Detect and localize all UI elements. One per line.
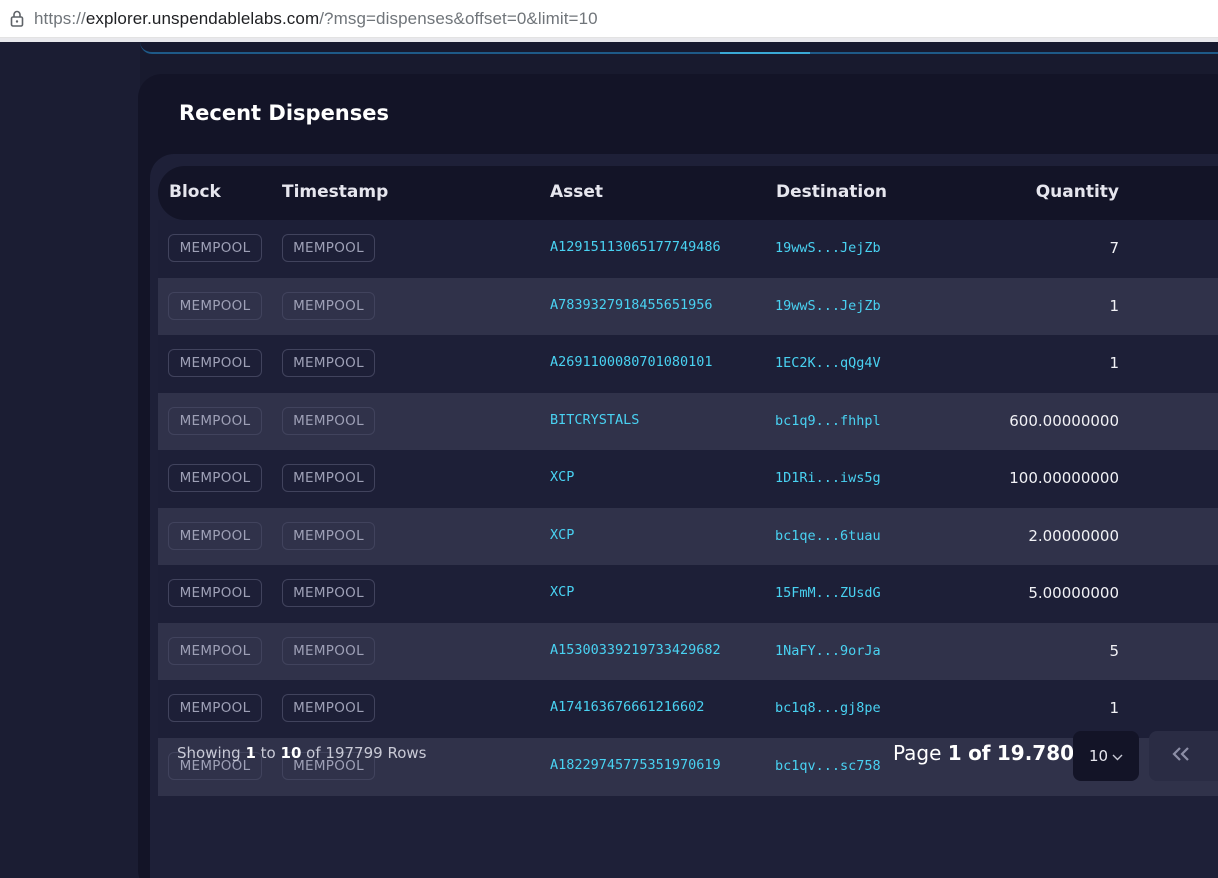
previous-card-edge xyxy=(140,42,1218,54)
column-header-block[interactable]: Block xyxy=(169,182,221,202)
rows-label: Rows xyxy=(387,744,427,762)
url-text[interactable]: https://explorer.unspendablelabs.com/?ms… xyxy=(34,9,598,29)
block-badge[interactable]: MEMPOOL xyxy=(168,407,262,435)
destination-link[interactable]: 1NaFY...9orJa xyxy=(775,643,881,659)
asset-link[interactable]: XCP xyxy=(550,584,574,600)
range-to: 10 xyxy=(280,744,302,762)
quantity-value: 1 xyxy=(1109,699,1119,717)
page-size-select[interactable]: 10 xyxy=(1073,731,1139,781)
destination-link[interactable]: 19wwS...JejZb xyxy=(775,240,881,256)
url-scheme: https:// xyxy=(34,8,86,28)
destination-link[interactable]: bc1qe...6tuau xyxy=(775,528,881,544)
destination-link[interactable]: 15FmM...ZUsdG xyxy=(775,585,881,601)
range-from: 1 xyxy=(245,744,256,762)
scroll-indicator xyxy=(720,52,810,54)
url-host: explorer.unspendablelabs.com xyxy=(85,8,320,28)
column-header-asset[interactable]: Asset xyxy=(550,182,603,202)
column-header-quantity[interactable]: Quantity xyxy=(1036,182,1119,202)
quantity-value: 5.00000000 xyxy=(1028,584,1119,602)
block-badge[interactable]: MEMPOOL xyxy=(168,637,262,665)
block-badge[interactable]: MEMPOOL xyxy=(168,234,262,262)
quantity-value: 600.00000000 xyxy=(1009,412,1119,430)
asset-link[interactable]: A15300339219733429682 xyxy=(550,642,721,658)
block-badge[interactable]: MEMPOOL xyxy=(168,522,262,550)
total-pages: 19.780 xyxy=(996,741,1075,765)
asset-link[interactable]: A2691100080701080101 xyxy=(550,354,713,370)
recent-dispenses-card: Recent Dispenses Block Timestamp Asset D… xyxy=(138,74,1218,878)
block-badge[interactable]: MEMPOOL xyxy=(168,694,262,722)
quantity-value: 1 xyxy=(1109,297,1119,315)
asset-link[interactable]: XCP xyxy=(550,469,574,485)
section-title: Recent Dispenses xyxy=(179,101,389,125)
asset-link[interactable]: BITCRYSTALS xyxy=(550,412,639,428)
rows-summary: Showing 1 to 10 of 197799 Rows xyxy=(177,744,426,762)
block-badge[interactable]: MEMPOOL xyxy=(168,292,262,320)
timestamp-badge[interactable]: MEMPOOL xyxy=(282,349,375,377)
table-header: Block Timestamp Asset Destination Quanti… xyxy=(158,166,1218,220)
table-row: MEMPOOL MEMPOOL A174163676661216602 bc1q… xyxy=(158,680,1218,738)
page-of-label: of xyxy=(968,741,991,765)
url-path: /?msg=dispenses&offset=0&limit=10 xyxy=(319,8,598,28)
column-header-destination[interactable]: Destination xyxy=(776,182,887,202)
current-page: 1 xyxy=(947,741,962,765)
timestamp-badge[interactable]: MEMPOOL xyxy=(282,234,375,262)
page-size-value: 10 xyxy=(1088,747,1109,765)
of-label: of xyxy=(306,744,321,762)
to-label: to xyxy=(260,744,276,762)
timestamp-badge[interactable]: MEMPOOL xyxy=(282,579,375,607)
block-badge[interactable]: MEMPOOL xyxy=(168,464,262,492)
lock-icon[interactable] xyxy=(0,0,34,38)
quantity-value: 5 xyxy=(1109,642,1119,660)
destination-link[interactable]: bc1q9...fhhpl xyxy=(775,413,881,429)
page-indicator: Page 1 of 19.780 xyxy=(893,741,1074,765)
showing-label: Showing xyxy=(177,744,241,762)
quantity-value: 1 xyxy=(1109,354,1119,372)
table-row: MEMPOOL MEMPOOL XCP bc1qe...6tuau 2.0000… xyxy=(158,508,1218,566)
timestamp-badge[interactable]: MEMPOOL xyxy=(282,464,375,492)
timestamp-badge[interactable]: MEMPOOL xyxy=(282,637,375,665)
destination-link[interactable]: bc1q8...gj8pe xyxy=(775,700,881,716)
dispenses-table: Block Timestamp Asset Destination Quanti… xyxy=(150,154,1218,878)
total-rows: 197799 xyxy=(325,744,383,762)
asset-link[interactable]: A174163676661216602 xyxy=(550,699,704,715)
quantity-value: 2.00000000 xyxy=(1028,527,1119,545)
asset-link[interactable]: A18229745775351970619 xyxy=(550,757,721,773)
chevron-down-icon xyxy=(1112,747,1123,765)
double-chevron-left-icon xyxy=(1171,746,1191,767)
destination-link[interactable]: bc1qv...sc758 xyxy=(775,758,881,774)
column-header-timestamp[interactable]: Timestamp xyxy=(282,182,388,202)
timestamp-badge[interactable]: MEMPOOL xyxy=(282,522,375,550)
table-row: MEMPOOL MEMPOOL XCP 15FmM...ZUsdG 5.0000… xyxy=(158,565,1218,623)
timestamp-badge[interactable]: MEMPOOL xyxy=(282,694,375,722)
left-sidebar-strip xyxy=(0,42,140,878)
quantity-value: 100.00000000 xyxy=(1009,469,1119,487)
table-row: MEMPOOL MEMPOOL A12915113065177749486 19… xyxy=(158,220,1218,278)
page-label: Page xyxy=(893,741,942,765)
block-badge[interactable]: MEMPOOL xyxy=(168,579,262,607)
table-row: MEMPOOL MEMPOOL BITCRYSTALS bc1q9...fhhp… xyxy=(158,393,1218,451)
table-row: MEMPOOL MEMPOOL A15300339219733429682 1N… xyxy=(158,623,1218,681)
browser-address-bar[interactable]: https://explorer.unspendablelabs.com/?ms… xyxy=(0,0,1218,38)
timestamp-badge[interactable]: MEMPOOL xyxy=(282,407,375,435)
quantity-value: 7 xyxy=(1109,239,1119,257)
table-row: MEMPOOL MEMPOOL A7839327918455651956 19w… xyxy=(158,278,1218,336)
table-row: MEMPOOL MEMPOOL A2691100080701080101 1EC… xyxy=(158,335,1218,393)
destination-link[interactable]: 1EC2K...qQg4V xyxy=(775,355,881,371)
asset-link[interactable]: XCP xyxy=(550,527,574,543)
destination-link[interactable]: 1D1Ri...iws5g xyxy=(775,470,881,486)
timestamp-badge[interactable]: MEMPOOL xyxy=(282,292,375,320)
table-row: MEMPOOL MEMPOOL XCP 1D1Ri...iws5g 100.00… xyxy=(158,450,1218,508)
first-page-button[interactable] xyxy=(1149,731,1218,781)
asset-link[interactable]: A12915113065177749486 xyxy=(550,239,721,255)
block-badge[interactable]: MEMPOOL xyxy=(168,349,262,377)
asset-link[interactable]: A7839327918455651956 xyxy=(550,297,713,313)
destination-link[interactable]: 19wwS...JejZb xyxy=(775,298,881,314)
